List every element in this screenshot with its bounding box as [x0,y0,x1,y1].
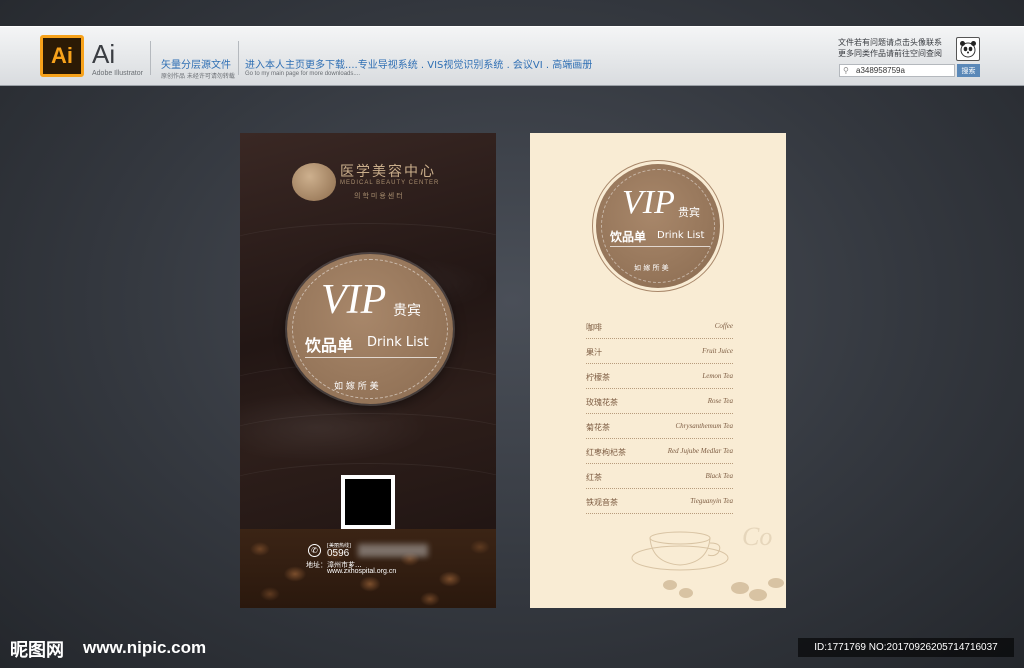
dark-card: 医学美容中心 MEDICAL BEAUTY CENTER 의학미용센터 VIP … [240,133,496,608]
vip-badge: VIP 贵宾 饮品单 Drink List 如 嫁 所 美 [592,160,724,292]
drink-name-en: Fruit Juice [702,347,733,355]
drink-name-cn: 柠檬茶 [586,373,610,382]
drink-list-cn: 饮品单 [610,230,647,244]
motto: 如 嫁 所 美 [634,264,669,272]
list-item: 红茶 Black Tea [586,469,733,489]
notice-line-2: 更多同类作品请前往空间查阅 [838,49,942,58]
contact-notice: 文件若有问题请点击头像联系 更多同类作品请前往空间查阅 [838,37,942,59]
vip-text: VIP [622,184,675,221]
drink-name-en: Black Tea [705,472,733,480]
search-value: a348958759a [856,66,905,75]
motto: 如 嫁 所 美 [334,382,379,392]
illustrator-logo-icon: Ai [40,35,84,77]
site-url[interactable]: www.nipic.com [83,638,206,658]
coffee-cup-sketch-icon: Co [631,522,784,601]
divider [238,41,239,75]
drink-name-cn: 果汁 [586,348,602,357]
light-card: VIP 贵宾 饮品单 Drink List 如 嫁 所 美 咖啡 Coffee 果汁… [530,133,786,608]
promo-link[interactable]: 进入本人主页更多下载....专业导视系统 . VIS视觉识别系统 . 会议VI … [245,56,592,71]
drink-list-cn: 饮品单 [305,336,354,355]
svg-text:Co: Co [742,522,772,551]
nipic-logo: 昵图网 [10,640,64,661]
drink-name-cn: 红枣枸杞茶 [586,448,626,457]
avatar[interactable] [956,37,980,61]
vip-text: VIP [321,277,387,323]
app-badge-text: Ai [51,43,73,68]
hospital-name: 医学美容中心 [340,164,436,180]
hospital-name-kr: 의학미용센터 [354,192,405,200]
list-item: 玫瑰花茶 Rose Tea [586,394,733,414]
list-item: 红枣枸杞茶 Red Jujube Medlar Tea [586,444,733,464]
drink-name-en: Chrysanthemum Tea [675,422,734,430]
drink-list-en: Drink List [367,335,429,350]
image-id: ID:1771769 NO:20170926205714716037 [798,638,1014,657]
list-item: 咖啡 Coffee [586,319,733,339]
list-item: 菊花茶 Chrysanthemum Tea [586,419,733,439]
drink-name-cn: 咖啡 [586,323,602,332]
divider [150,41,151,75]
source-file-link[interactable]: 矢量分层源文件 [161,56,231,71]
drink-name-en: Lemon Tea [702,372,733,380]
drink-name-en: Red Jujube Medlar Tea [667,447,733,455]
phone-icon: ✆ [308,544,321,557]
drink-name-en: Tieguanyin Tea [690,497,733,505]
list-item: 铁观音茶 Tieguanyin Tea [586,494,733,514]
hospital-name-en: MEDICAL BEAUTY CENTER [340,180,440,186]
drink-name-cn: 铁观音茶 [586,498,618,507]
drink-name-en: Rose Tea [707,397,733,405]
phone-number: 0596 [327,548,350,559]
website: www.zxhospital.org.cn [327,568,397,575]
hospital-logo-icon [292,163,336,201]
list-item: 柠檬茶 Lemon Tea [586,369,733,389]
drink-list-en: Drink List [657,230,705,241]
promo-sub: Go to my main page for more downloads...… [245,71,361,77]
search-icon: ⚲ [843,66,849,75]
drink-name-en: Coffee [714,322,733,330]
panda-icon [960,41,976,58]
source-file-sub: 原创作品 未经许可请勿转载 [161,73,235,80]
drink-name-cn: 红茶 [586,473,602,482]
list-item: 果汁 Fruit Juice [586,344,733,364]
drink-name-cn: 菊花茶 [586,423,610,432]
qr-code [341,475,395,529]
search-input[interactable]: ⚲ a348958759a [839,64,955,77]
top-banner: Ai Ai Adobe Illustrator 矢量分层源文件 原创作品 未经许… [0,26,1024,86]
drink-name-cn: 玫瑰花茶 [586,398,618,407]
blurred-number [358,544,428,557]
underline [610,246,710,247]
app-full-name: Adobe Illustrator [92,70,143,77]
search-button[interactable]: 搜索 [957,64,980,77]
underline [305,357,437,358]
vip-badge: VIP 贵宾 饮品单 Drink List 如 嫁 所 美 [287,254,453,404]
vip-cn: 贵宾 [393,303,421,319]
notice-line-1: 文件若有问题请点击头像联系 [838,38,942,47]
app-name: Ai [92,39,116,69]
vip-cn: 贵宾 [678,206,700,219]
